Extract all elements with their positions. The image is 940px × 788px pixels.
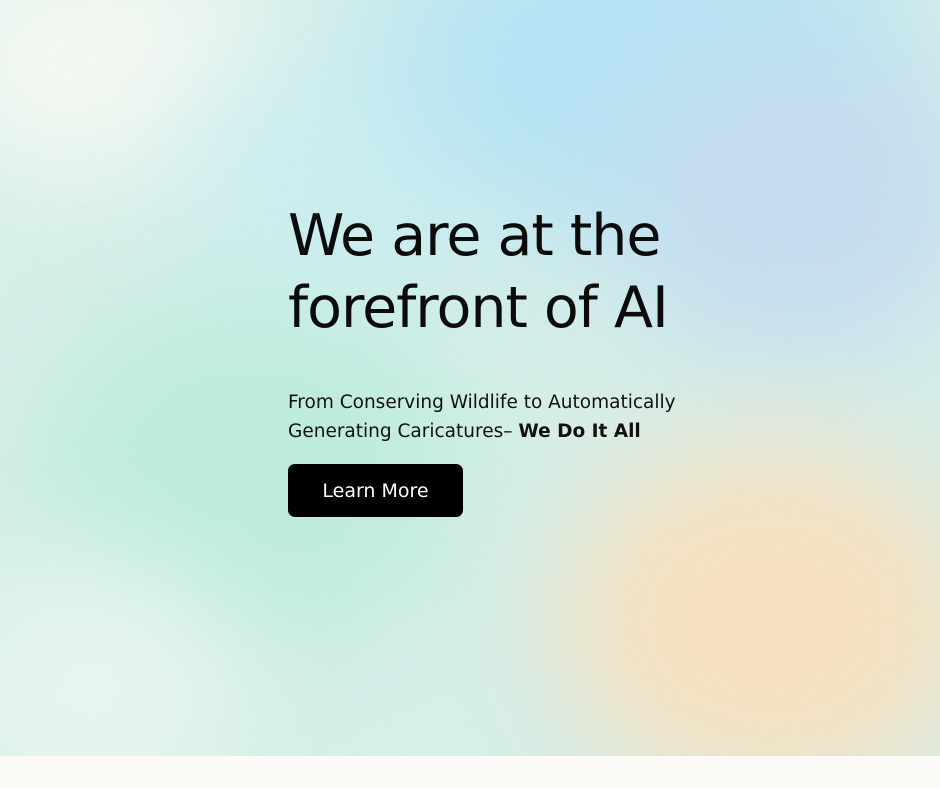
hero-section: We are at the forefront of AI From Conse… [0, 0, 940, 756]
subtitle-emphasis: We Do It All [518, 421, 641, 442]
learn-more-button[interactable]: Learn More [288, 464, 463, 517]
headline-line-2: forefront of AI [288, 275, 669, 341]
next-section-edge [0, 756, 940, 788]
headline-line-1: We are at the [288, 203, 661, 269]
hero-subtitle: From Conserving Wildlife to Automaticall… [288, 388, 718, 446]
hero-content: We are at the forefront of AI From Conse… [288, 200, 768, 517]
hero-headline: We are at the forefront of AI [288, 200, 768, 344]
gradient-blob [560, 440, 940, 756]
